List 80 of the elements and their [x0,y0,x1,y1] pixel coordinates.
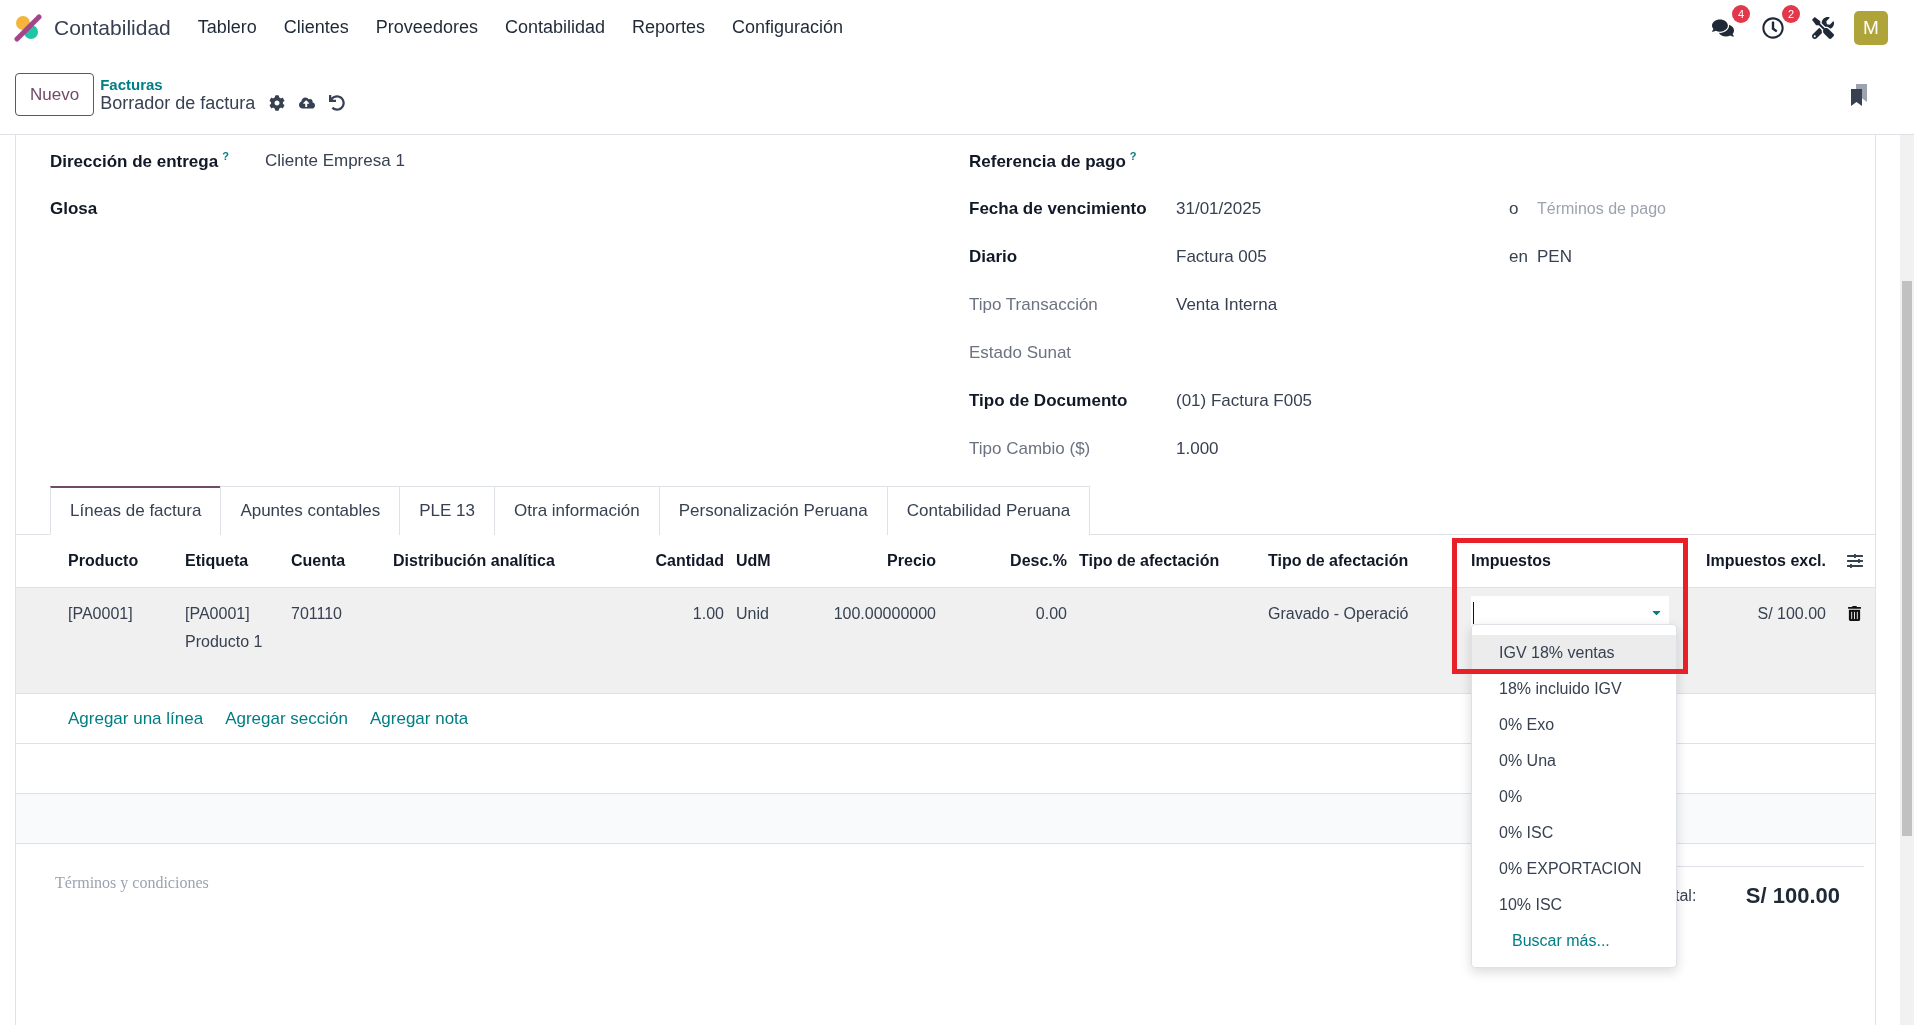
dropdown-option[interactable]: IGV 18% ventas [1472,635,1676,671]
column-header[interactable]: Cuenta [285,552,387,570]
column-header[interactable]: Tipo de afectación [1073,552,1262,570]
table-cell-text: Gravado - Operació [1267,604,1410,624]
tab[interactable]: Contabilidad Peruana [886,486,1091,535]
table-cell-text: 100.00000000 [832,604,937,624]
message-count-badge: 4 [1732,4,1750,23]
field-value[interactable]: (01) Factura F005 [1176,391,1313,411]
tab[interactable]: Apuntes contables [220,486,401,535]
dropdown-option[interactable]: 0% EXPORTACION [1472,851,1676,887]
dropdown-option[interactable]: 10% ISC [1472,887,1676,923]
menu-item[interactable]: Configuración [732,17,844,38]
field-connector: o [1509,199,1520,219]
table-cell-text: Unid [735,604,770,624]
menu-item[interactable]: Proveedores [375,17,478,38]
payment-terms-field[interactable]: Términos de pago [1537,200,1757,218]
scrollbar[interactable] [1900,135,1914,1025]
menu-item[interactable]: Reportes [632,17,706,38]
field-label: Diario [969,247,1019,267]
field-label: Dirección de entrega $^{?}$ [50,150,230,172]
clock-icon[interactable] [1760,14,1786,41]
menu-item[interactable]: Tablero [197,17,257,38]
column-header[interactable]: Etiqueta [179,552,285,570]
undo-icon[interactable] [329,95,346,111]
dropdown-option[interactable]: 0% Exo [1472,707,1676,743]
menu-item[interactable]: Clientes [283,17,349,38]
dropdown-option[interactable]: 0% ISC [1472,815,1676,851]
field-label: Referencia de pago $^{?}$ [969,150,1138,172]
tab[interactable]: Otra información [494,486,660,535]
field-label: Fecha de vencimiento [969,199,1148,219]
field-value[interactable]: PEN [1537,247,1572,267]
add-line-link[interactable]: Agregar una línea [68,708,204,729]
table-cell-text: S/ 100.00 [1756,604,1827,624]
column-header[interactable]: Tipo de afectación [1262,552,1465,570]
field-connector: en [1509,247,1529,267]
field-label: Tipo Cambio ($) [969,439,1092,459]
add-line-link[interactable]: Agregar nota [370,708,469,729]
table-cell-text: 701110 [290,604,343,624]
column-header[interactable]: Impuestos excl. [1687,552,1832,570]
total-amount: S/ 100.00 [1745,883,1840,909]
breadcrumb-link[interactable]: Facturas [100,75,346,93]
trash-icon[interactable] [1847,606,1862,621]
dropdown-option[interactable]: 0% [1472,779,1676,815]
text-cursor [1473,601,1474,624]
new-button[interactable]: Nuevo [15,73,95,116]
table-cell-text: 1.00 [691,604,725,624]
field-label: Tipo de Documento [969,391,1129,411]
tab[interactable]: Personalización Peruana [658,486,888,535]
column-header[interactable]: Impuestos [1465,552,1687,570]
field-label: Glosa [50,199,99,219]
column-header[interactable]: Producto [62,552,179,570]
tab[interactable]: PLE 13 [399,486,496,535]
cloud-upload-icon[interactable] [299,95,316,111]
field-value[interactable]: 1.000 [1176,439,1219,459]
tools-icon[interactable] [1810,14,1836,41]
table-cell-text: 0.00 [1034,604,1068,624]
column-header[interactable]: Precio [791,552,942,570]
column-header[interactable]: Cantidad [621,552,730,570]
column-header[interactable]: Desc.% [942,552,1073,570]
activity-count-badge: 2 [1782,4,1800,23]
field-value[interactable]: 31/01/2025 [1176,199,1509,219]
bookmark-icon[interactable] [1849,82,1869,107]
app-logo[interactable] [14,13,42,42]
field-value[interactable]: Factura 005 [1176,247,1509,267]
field-label: Tipo Transacción [969,295,1099,315]
column-header[interactable]: UdM [730,552,791,570]
menu-item[interactable]: Contabilidad [504,17,605,38]
table-cell-text: [PA0001] Producto 1 [184,604,264,652]
app-name[interactable]: Contabilidad [54,15,171,40]
field-value[interactable]: Cliente Empresa 1 [265,151,405,171]
record-title: Borrador de factura [100,92,256,114]
field-value[interactable]: Venta Interna [1176,295,1278,315]
dropdown-option[interactable]: 0% Una [1472,743,1676,779]
add-line-link[interactable]: Agregar sección [225,708,348,729]
table-cell-text: [PA0001] [67,604,134,624]
settings-icon[interactable] [269,95,286,111]
search-more-link[interactable]: Buscar más... [1472,923,1676,959]
field-label: Estado Sunat [969,343,1073,363]
column-header[interactable]: Distribución analítica [387,552,621,570]
tab[interactable]: Líneas de factura [50,486,222,535]
